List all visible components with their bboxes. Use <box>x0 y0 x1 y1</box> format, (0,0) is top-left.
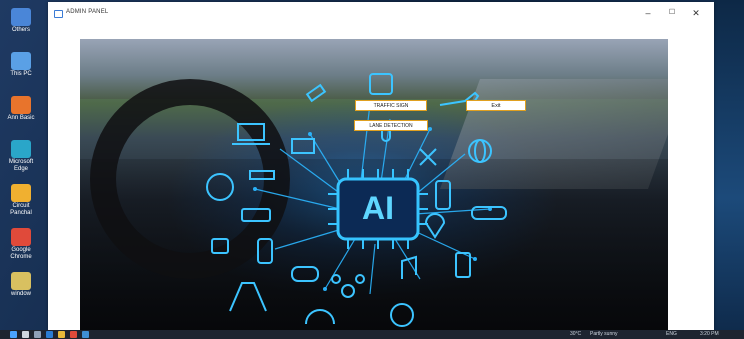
close-button[interactable]: ✕ <box>684 5 708 21</box>
desktop-icon[interactable]: Others <box>4 8 38 34</box>
admin-panel-window: ADMIN PANEL – ☐ ✕ AI TRAFFIC SIGN LANE D… <box>48 2 714 330</box>
road-icon <box>229 282 267 312</box>
desktop-wallpaper-strip <box>714 0 744 330</box>
clock: 3:20 PM <box>700 331 719 337</box>
phone-icon <box>257 238 273 264</box>
desktop-app-icon <box>11 8 31 26</box>
search-icon[interactable] <box>22 331 29 338</box>
ai-chip-label: AI <box>362 190 394 226</box>
window-title: ADMIN PANEL <box>66 9 109 15</box>
title-bar: ADMIN PANEL – ☐ ✕ <box>48 2 714 24</box>
drone-icon <box>331 274 365 298</box>
traffic-light-icon <box>435 180 451 210</box>
desktop-icon[interactable]: This PC <box>4 52 38 78</box>
ai-network-graphic: AI <box>206 73 507 327</box>
lane-detection-button[interactable]: LANE DETECTION <box>354 120 428 131</box>
desktop-app-icon <box>11 184 31 202</box>
desktop-icon-label: Circuit Panchal <box>10 203 32 216</box>
desktop-app-icon <box>11 228 31 246</box>
bus-icon <box>369 73 393 95</box>
globe-icon <box>468 139 492 163</box>
desktop-icon-label: This PC <box>10 71 32 77</box>
minimize-button[interactable]: – <box>636 5 660 21</box>
start-button[interactable] <box>10 331 17 338</box>
card-icon <box>291 138 315 154</box>
desktop-icon-label: Ann Basic <box>7 115 35 121</box>
desktop-app-icon <box>11 52 31 70</box>
desktop-icon-label: window <box>10 291 31 297</box>
speed-icon <box>305 309 335 325</box>
exit-button[interactable]: Exit <box>466 100 526 111</box>
task-view-icon[interactable] <box>34 331 41 338</box>
location-pin-icon <box>424 213 446 239</box>
explorer-taskbar-icon[interactable] <box>58 331 65 338</box>
router-icon <box>241 208 271 222</box>
battery-icon <box>455 252 471 278</box>
desktop-app-icon <box>11 96 31 114</box>
face-icon <box>206 173 234 201</box>
weather-temp: 30°C <box>570 331 582 337</box>
traffic-sign-button[interactable]: TRAFFIC SIGN <box>355 100 427 111</box>
desktop-icon-label: Others <box>11 27 30 33</box>
desktop-app-icon <box>11 272 31 290</box>
app-window-icon <box>54 10 63 18</box>
edge-taskbar-icon[interactable] <box>46 331 53 338</box>
letter-a-icon <box>390 303 414 327</box>
language-indicator: ENG <box>666 331 677 337</box>
desktop-icon[interactable]: Circuit Panchal <box>4 184 38 217</box>
desktop-app-icon <box>11 140 31 158</box>
satellite-icon <box>305 83 327 103</box>
desktop-icon-label: Google Chrome <box>10 247 32 260</box>
desktop-icon[interactable]: Microsoft Edge <box>4 140 38 173</box>
desktop-icon[interactable]: window <box>4 272 38 298</box>
maximize-button[interactable]: ☐ <box>660 5 684 21</box>
lock-icon <box>211 238 229 254</box>
cctv-icon <box>249 170 275 180</box>
desktop-icon[interactable]: Google Chrome <box>4 228 38 261</box>
tools-icon <box>419 148 437 166</box>
gamepad-icon <box>291 266 319 282</box>
app-taskbar-icon[interactable] <box>82 331 89 338</box>
weather-desc: Partly sunny <box>590 331 618 337</box>
taskbar: 30°C Partly sunny ENG 3:20 PM <box>0 330 744 339</box>
laptop-icon <box>232 123 270 145</box>
desktop-icon-label: Microsoft Edge <box>8 159 34 172</box>
chrome-taskbar-icon[interactable] <box>70 331 77 338</box>
background-image-ai-car: AI TRAFFIC SIGN LANE DETECTION Exit <box>80 39 668 330</box>
desktop-icon[interactable]: Ann Basic <box>4 96 38 122</box>
